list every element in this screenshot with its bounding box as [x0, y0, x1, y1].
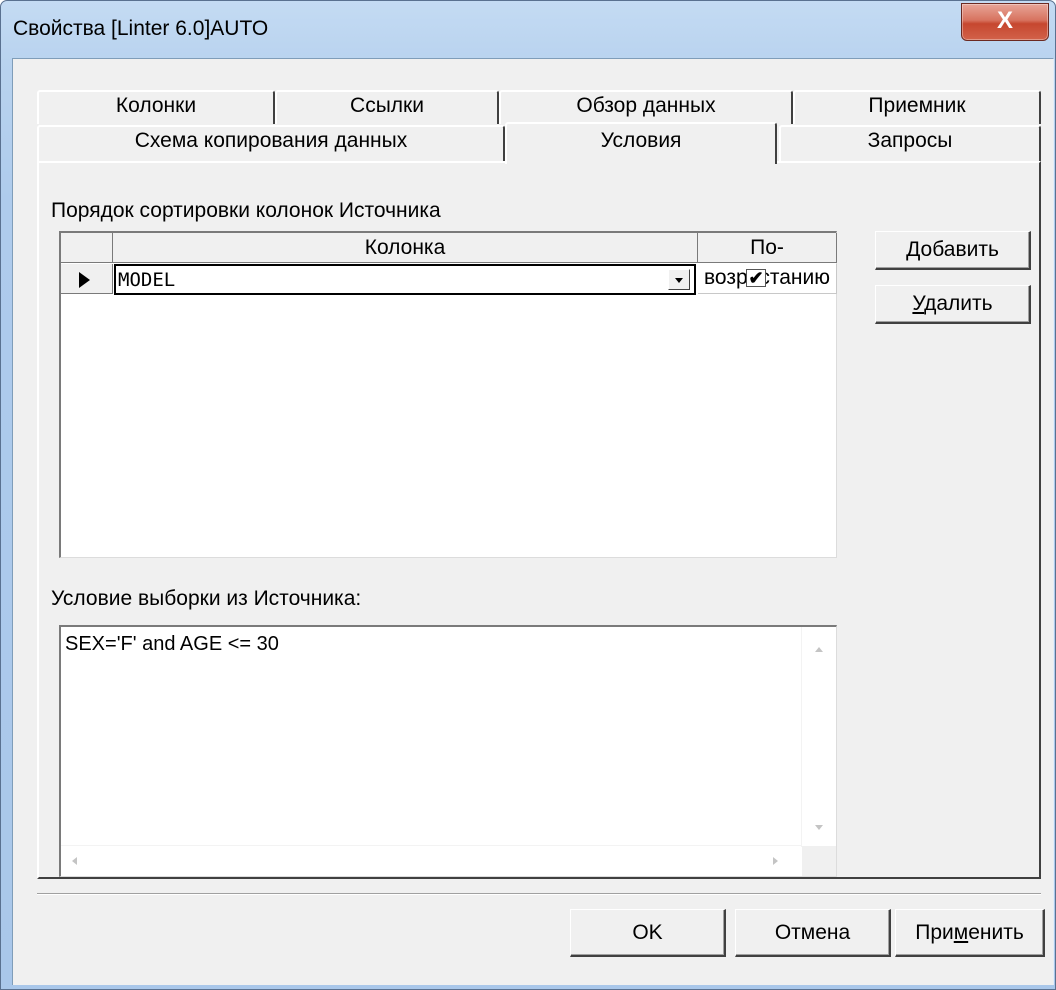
tab-copy-scheme[interactable]: Схема копирования данных [37, 125, 505, 161]
add-button[interactable]: Добавить [875, 231, 1031, 270]
footer-separator [37, 893, 1041, 895]
apply-button-label: енить [968, 920, 1024, 944]
tab-label: Приемник [868, 94, 966, 117]
dialog-client-area: Колонки Ссылки Обзор данных Приемник Схе… [12, 58, 1054, 985]
dialog-window: Свойства [Linter 6.0]AUTO X Колонки Ссыл… [0, 0, 1056, 990]
ascending-cell[interactable]: ✔ [698, 264, 837, 294]
tab-columns[interactable]: Колонки [37, 90, 275, 124]
scrollbar-corner [802, 846, 836, 876]
add-button-mnemonic: Д [906, 238, 921, 261]
window-title: Свойства [Linter 6.0]AUTO [13, 17, 269, 40]
sort-columns-grid[interactable]: Колонка По-возрастанию MODEL ✔ [59, 231, 837, 558]
sort-order-label: Порядок сортировки колонок Источника [51, 199, 441, 222]
cancel-button[interactable]: Отмена [735, 909, 891, 957]
vertical-scrollbar[interactable] [801, 627, 836, 847]
grid-corner-header [61, 233, 113, 263]
ascending-checkbox[interactable]: ✔ [746, 269, 766, 287]
filter-condition-textarea[interactable]: SEX='F' and AGE <= 30 [59, 625, 837, 877]
tab-label: Условия [600, 129, 682, 152]
tab-conditions[interactable]: Условия [505, 122, 777, 164]
scroll-up-icon[interactable] [815, 647, 823, 652]
filter-condition-text: SEX='F' and AGE <= 30 [65, 633, 279, 655]
tab-links[interactable]: Ссылки [275, 90, 499, 124]
scroll-right-icon[interactable] [773, 857, 778, 865]
ascending-header[interactable]: По-возрастанию [698, 233, 837, 289]
tab-label: Ссылки [350, 94, 424, 117]
apply-button[interactable]: Применить [895, 909, 1045, 957]
delete-button[interactable]: Удалить [875, 285, 1031, 324]
column-header[interactable]: Колонка [113, 233, 698, 263]
add-button-label: обавить [920, 238, 999, 261]
scroll-left-icon[interactable] [72, 857, 77, 865]
tab-data-view[interactable]: Обзор данных [499, 90, 793, 124]
scroll-down-icon[interactable] [815, 825, 823, 830]
tab-receiver[interactable]: Приемник [793, 90, 1041, 124]
dropdown-arrow-icon[interactable] [668, 269, 690, 290]
filter-label: Условие выборки из Источника: [51, 587, 362, 610]
ok-button-label: OK [632, 920, 663, 944]
ok-button[interactable]: OK [570, 909, 726, 957]
tab-label: Схема копирования данных [134, 129, 408, 152]
apply-button-mnemonic: м [953, 920, 969, 944]
horizontal-scrollbar[interactable] [61, 845, 801, 876]
row-indicator[interactable] [61, 264, 113, 294]
close-button[interactable]: X [961, 3, 1049, 41]
column-select[interactable]: MODEL [114, 264, 696, 295]
tab-queries[interactable]: Запросы [779, 125, 1041, 161]
delete-button-mnemonic: У [912, 292, 925, 315]
delete-button-label: далить [924, 292, 993, 315]
column-select-value: MODEL [118, 269, 176, 291]
tab-label: Обзор данных [576, 94, 716, 117]
apply-button-label-prefix: При [915, 920, 954, 944]
current-row-arrow-icon [79, 272, 90, 288]
cancel-button-label: Отмена [774, 920, 851, 944]
tab-label: Колонки [115, 94, 197, 117]
tab-label: Запросы [867, 129, 953, 152]
